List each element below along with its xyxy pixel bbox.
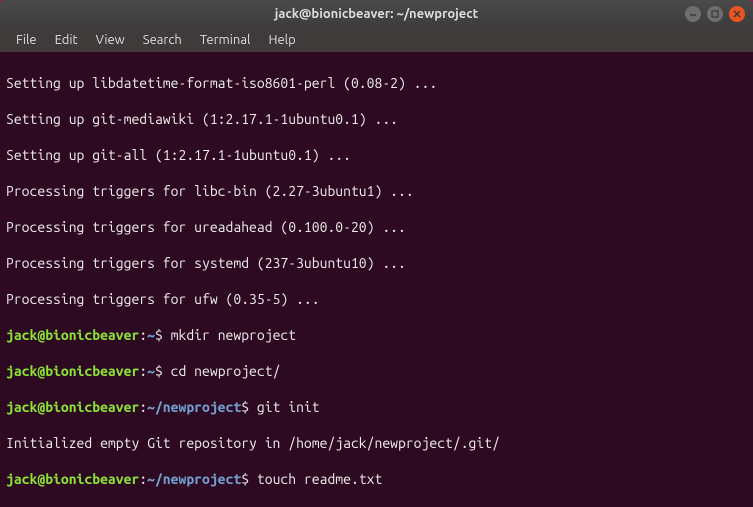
prompt-line: jack@bionicbeaver:~/newproject$ git init xyxy=(6,398,747,416)
menu-help[interactable]: Help xyxy=(260,31,303,49)
output-line: Processing triggers for ufw (0.35-5) ... xyxy=(6,290,747,308)
terminal-body[interactable]: Setting up libdatetime-format-iso8601-pe… xyxy=(0,52,753,507)
terminal-window: jack@bionicbeaver: ~/newproject File Edi… xyxy=(0,0,753,507)
prompt-colon: : xyxy=(139,471,147,487)
command-text: touch readme.txt xyxy=(257,471,382,487)
output-line: Processing triggers for libc-bin (2.27-3… xyxy=(6,182,747,200)
titlebar: jack@bionicbeaver: ~/newproject xyxy=(0,0,753,28)
command-text: mkdir newproject xyxy=(171,327,296,343)
output-line: Setting up libdatetime-format-iso8601-pe… xyxy=(6,74,747,92)
prompt-line: jack@bionicbeaver:~$ cd newproject/ xyxy=(6,362,747,380)
output-line: Initialized empty Git repository in /hom… xyxy=(6,434,747,452)
prompt-user: jack@bionicbeaver xyxy=(6,399,139,415)
output-line: Setting up git-mediawiki (1:2.17.1-1ubun… xyxy=(6,110,747,128)
command-text: cd newproject/ xyxy=(171,363,281,379)
prompt-colon: : xyxy=(139,399,147,415)
prompt-colon: : xyxy=(139,363,147,379)
window-title: jack@bionicbeaver: ~/newproject xyxy=(275,7,478,21)
prompt-user: jack@bionicbeaver xyxy=(6,471,139,487)
close-button[interactable] xyxy=(729,6,745,22)
prompt-path: ~/newproject xyxy=(147,399,241,415)
menubar: File Edit View Search Terminal Help xyxy=(0,28,753,52)
menu-view[interactable]: View xyxy=(88,31,133,49)
window-controls xyxy=(685,6,745,22)
maximize-button[interactable] xyxy=(707,6,723,22)
prompt-user: jack@bionicbeaver xyxy=(6,363,139,379)
command-text: git init xyxy=(257,399,320,415)
prompt-path: ~ xyxy=(147,363,155,379)
output-line: Processing triggers for systemd (237-3ub… xyxy=(6,254,747,272)
menu-file[interactable]: File xyxy=(8,31,45,49)
output-line: Setting up git-all (1:2.17.1-1ubuntu0.1)… xyxy=(6,146,747,164)
menu-terminal[interactable]: Terminal xyxy=(192,31,259,49)
prompt-path: ~ xyxy=(147,327,155,343)
minimize-button[interactable] xyxy=(685,6,701,22)
menu-edit[interactable]: Edit xyxy=(47,31,86,49)
prompt-user: jack@bionicbeaver xyxy=(6,327,139,343)
prompt-dollar: $ xyxy=(155,363,171,379)
output-line: Processing triggers for ureadahead (0.10… xyxy=(6,218,747,236)
prompt-line: jack@bionicbeaver:~/newproject$ touch re… xyxy=(6,470,747,488)
prompt-path: ~/newproject xyxy=(147,471,241,487)
prompt-line: jack@bionicbeaver:~$ mkdir newproject xyxy=(6,326,747,344)
prompt-dollar: $ xyxy=(241,399,257,415)
menu-search[interactable]: Search xyxy=(135,31,190,49)
prompt-dollar: $ xyxy=(155,327,171,343)
prompt-colon: : xyxy=(139,327,147,343)
prompt-dollar: $ xyxy=(241,471,257,487)
